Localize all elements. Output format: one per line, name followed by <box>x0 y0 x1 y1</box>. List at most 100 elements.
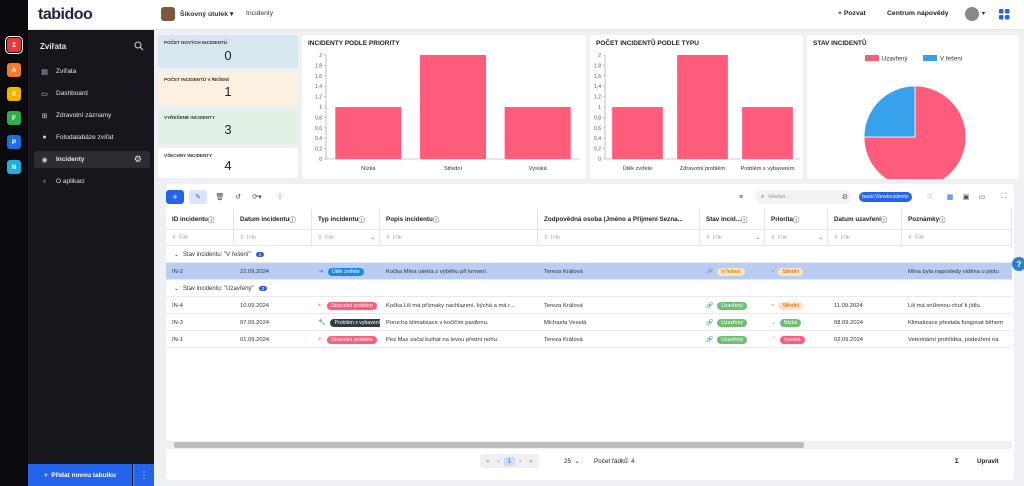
column-filter-input[interactable]: ⊽ Filtr ⌄ <box>312 229 380 246</box>
app-switch-n[interactable]: N <box>7 160 21 174</box>
horizontal-scrollbar[interactable] <box>166 441 1012 449</box>
table-row[interactable]: IN-1 01.09.2024 + Zdravotní problém Pes Max … <box>166 331 1012 348</box>
user-avatar[interactable] <box>965 7 979 21</box>
info-icon[interactable]: ⓘ <box>741 215 747 224</box>
column-header[interactable]: Datum incidentu ⓘ <box>234 209 312 229</box>
gear-icon[interactable]: ⚙ <box>134 154 142 165</box>
column-header[interactable]: Popis incidentu ⓘ <box>380 209 538 229</box>
info-icon[interactable]: ⓘ <box>793 215 799 224</box>
y-tick-label: 0 <box>598 157 601 163</box>
trash-icon[interactable]: 🗑 <box>214 190 226 204</box>
sidebar-item-about[interactable]: ♁ O aplikaci <box>34 173 150 190</box>
app-switch-z[interactable]: Z <box>5 36 23 54</box>
page-size-select[interactable]: 25 ⌄ <box>564 454 580 468</box>
sidebar-item-photo-db[interactable]: ● Fotodatabáze zvířat <box>34 129 150 146</box>
app-switch-p[interactable]: P <box>7 135 21 149</box>
history-icon[interactable]: ↺ <box>232 190 244 204</box>
column-header[interactable]: Typ incidentu ⓘ <box>312 209 380 229</box>
column-filter-input[interactable]: ⊽ Filtr <box>902 229 1012 246</box>
view-name-badge[interactable]: basicViewIncidents <box>859 192 912 202</box>
info-icon[interactable]: ⓘ <box>881 215 887 224</box>
stat-card-new: POČET NOVÝCH INCIDENTŮ 0 <box>158 35 298 68</box>
cell-type: 🔧 Problém s vybavením <box>312 314 380 331</box>
cell-status: 🔗 V řešení <box>700 263 765 280</box>
gear-icon[interactable]: ⚙ <box>842 193 848 201</box>
more-options-icon[interactable]: ⋮ <box>133 464 154 486</box>
sidebar-item-zvirata[interactable]: ▤ Zvířata <box>34 63 150 80</box>
group-header-in-progress[interactable]: ⌄ Stav incidentu: "V řešení" 1 <box>166 247 1012 263</box>
column-header[interactable]: ID incidentu ⓘ <box>166 209 234 229</box>
heart-filter-icon[interactable]: ♡ <box>924 190 936 204</box>
cell-notes: Lili má sníženou chuť k jídlu. <box>908 302 982 309</box>
sidebar-item-health-records[interactable]: ⊞ Zdravotní záznamy <box>34 107 150 124</box>
refresh-icon[interactable]: ⟳▾ <box>250 190 264 204</box>
info-icon[interactable]: ⓘ <box>433 215 439 224</box>
sidebar-item-dashboard[interactable]: ▭ Dashboard <box>34 85 150 102</box>
edit-pencil-icon[interactable]: ✎ <box>189 190 207 204</box>
column-header[interactable]: Priorita ⓘ <box>765 209 828 229</box>
filter-placeholder: Filtr <box>551 234 561 241</box>
link-icon: 🔗 <box>706 319 714 326</box>
column-header[interactable]: Poznámky ⓘ <box>902 209 1012 229</box>
column-header[interactable]: Stav incid... ⓘ <box>700 209 765 229</box>
column-header[interactable]: Datum uzavření ⓘ <box>828 209 902 229</box>
app-switch-f[interactable]: F <box>7 111 21 125</box>
type-bar-chart: 2 1,8 1,6 1,4 1,2 1 0,8 0,6 0,4 0,2 0 Útěk zvířete Z… <box>594 53 800 172</box>
info-icon[interactable]: ⓘ <box>208 215 214 224</box>
grid-search-input[interactable]: ⌕ Hledat... ⚙ <box>755 190 851 204</box>
group-header-closed[interactable]: ⌄ Stav incidentu: "Uzavřený" 3 <box>166 281 1012 297</box>
column-filter-input[interactable]: ⊽ Filtr <box>380 229 538 246</box>
info-icon[interactable]: ⓘ <box>289 215 295 224</box>
next-page-icon[interactable]: › <box>515 458 525 465</box>
filter-icon: ⊽ <box>240 234 245 241</box>
priority-icon: = <box>771 268 775 275</box>
column-filter-input[interactable]: ⊽ Filtr <box>828 229 902 246</box>
table-row[interactable]: IN-3 07.09.2024 🔧 Problém s vybavením Poruch… <box>166 314 1012 331</box>
column-filter-input[interactable]: ⊽ Filtr <box>234 229 312 246</box>
table-row[interactable]: IN-2 22.09.2024 ⇥ Útěk zvířete Kočka Mína ut… <box>166 263 1012 280</box>
column-header[interactable]: Zodpovědná osoba (Jméno a Příjmení Sezna… <box>538 209 700 229</box>
invite-button[interactable]: + Pozvat <box>838 10 866 17</box>
fullscreen-icon[interactable]: ⛶ <box>998 190 1010 204</box>
help-question-icon[interactable]: ? <box>1012 257 1024 271</box>
status-badge: Uzavřený <box>717 301 748 310</box>
app-logo[interactable]: tabidoo <box>38 6 93 24</box>
app-switch-a[interactable]: A <box>7 63 21 77</box>
sigma-button[interactable]: Σ <box>955 454 959 468</box>
card-view-icon[interactable]: ▣ <box>960 190 972 204</box>
row-count: Počet řádků: 4 <box>594 457 635 465</box>
search-icon[interactable] <box>134 41 144 51</box>
column-filter-input[interactable]: ⊽ Filtr <box>166 229 234 246</box>
y-tick-label: 2 <box>319 53 322 59</box>
column-filter-input[interactable]: ⊽ Filtr ⌄ <box>700 229 765 246</box>
table-view-icon[interactable]: ▦ <box>944 190 956 204</box>
first-page-icon[interactable]: « <box>482 458 494 465</box>
column-filter-input[interactable]: ⊽ Filtr ⌄ <box>765 229 828 246</box>
filter-icon: ⊽ <box>318 234 323 241</box>
filter-placeholder: Filtr <box>713 234 723 241</box>
edit-button[interactable]: Upravit <box>977 454 999 468</box>
filter-lines-icon[interactable]: ≡ <box>735 190 747 204</box>
apps-grid-icon[interactable] <box>999 9 1010 20</box>
chevron-down-icon[interactable]: ▾ <box>982 10 985 17</box>
table-row[interactable]: IN-4 10.09.2024 + Zdravotní problém Kočka Li… <box>166 297 1012 314</box>
more-options-icon[interactable]: ⋮ <box>275 190 285 204</box>
cell-notes: Mína byla naposledy viděna u plotu <box>908 268 999 275</box>
cell-closed-date: 02.09.2024 <box>834 336 864 343</box>
sidebar-item-incidents[interactable]: ◉ Incidenty ⚙ <box>34 151 150 168</box>
current-page[interactable]: 1 <box>503 456 516 466</box>
y-tick-label: 0,4 <box>594 136 601 142</box>
info-icon[interactable]: ⓘ <box>939 215 945 224</box>
app-switch-s[interactable]: S <box>7 87 21 101</box>
info-icon[interactable]: ⓘ <box>358 215 364 224</box>
calendar-icon[interactable]: ▭ <box>976 190 988 204</box>
column-filter-input[interactable]: ⊽ Filtr <box>538 229 700 246</box>
help-center-button[interactable]: Centrum nápovědy <box>887 10 949 17</box>
y-tick-label: 1,6 <box>594 74 601 80</box>
last-page-icon[interactable]: » <box>525 458 537 465</box>
prev-page-icon[interactable]: ‹ <box>494 458 504 465</box>
add-table-button[interactable]: + Přidat novou tabulku <box>28 464 132 486</box>
add-record-button[interactable]: + <box>166 190 184 204</box>
project-selector[interactable]: Šikovný útulek ▾ <box>180 10 233 18</box>
type-tag: Zdravotní problém <box>326 335 377 344</box>
